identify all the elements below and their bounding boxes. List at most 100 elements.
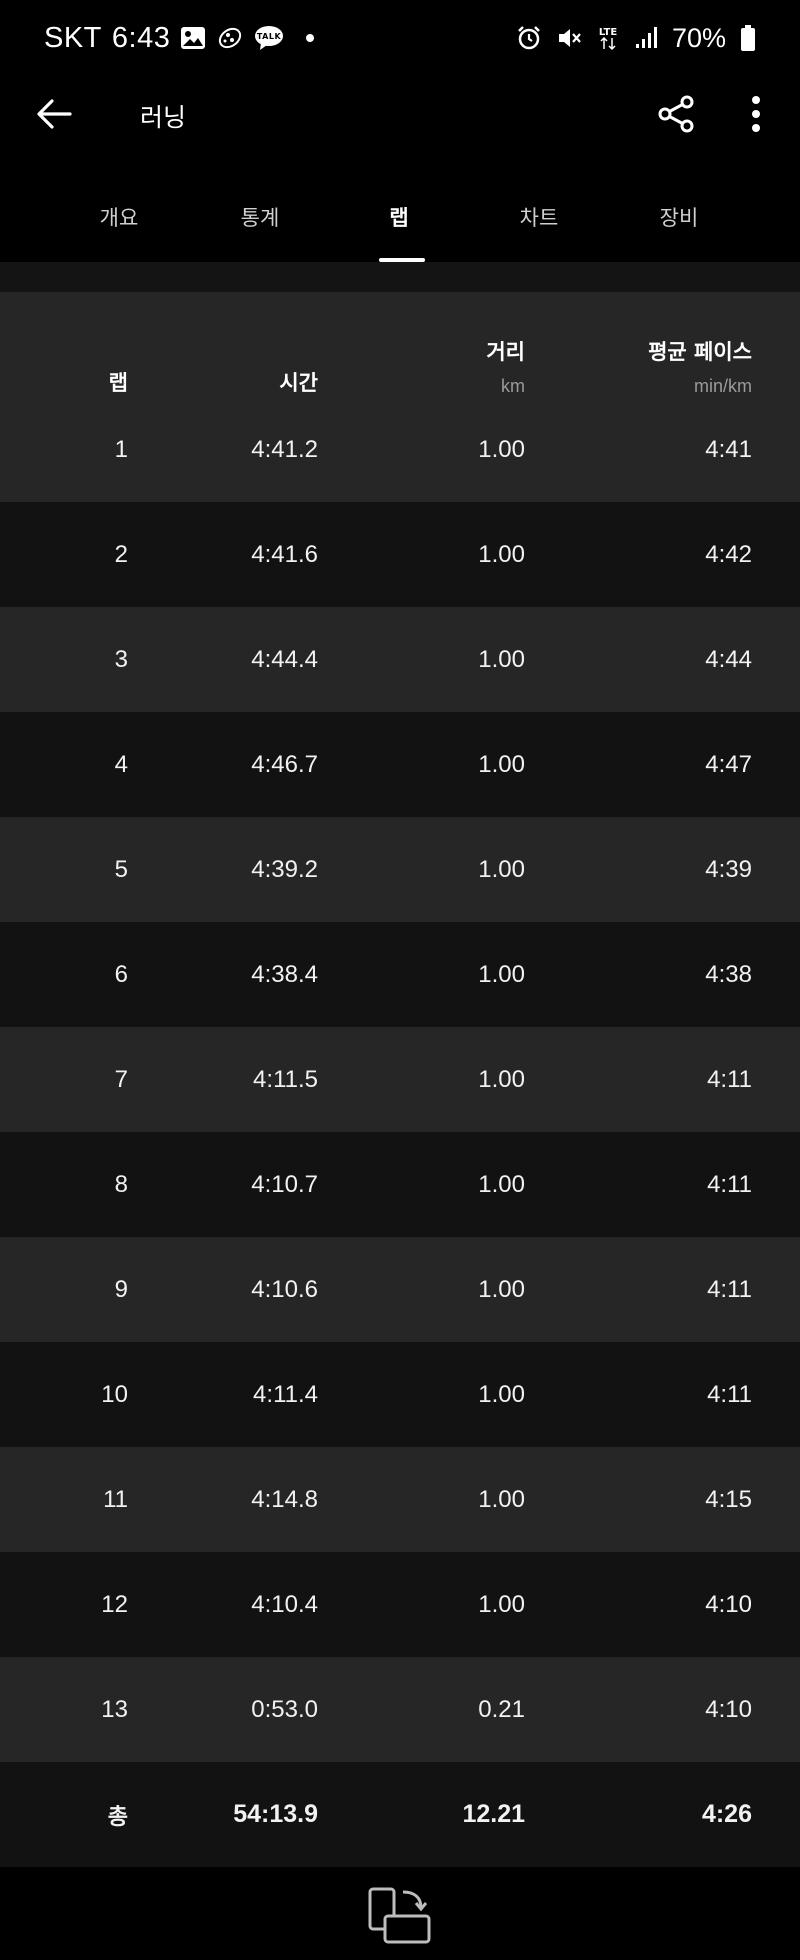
lap-distance: 1.00	[478, 960, 525, 988]
tab-bar: 개요 통계 랩 차트 장비	[0, 180, 800, 262]
tab-label: 차트	[519, 206, 559, 230]
header-label: 랩	[108, 371, 128, 395]
lap-distance: 1.00	[478, 1590, 525, 1618]
lap-distance: 1.00	[478, 1065, 525, 1093]
table-row: 13 0:53.0 0.21 4:10	[0, 1657, 800, 1762]
tab-charts[interactable]: 차트	[469, 180, 609, 262]
lap-distance: 1.00	[478, 750, 525, 778]
lap-time: 4:44.4	[251, 645, 318, 673]
lap-pace: 4:10	[705, 1695, 752, 1723]
lap-pace: 4:47	[705, 750, 752, 778]
header-lap: 랩	[0, 292, 128, 397]
lap-number: 3	[114, 645, 128, 673]
header-label: 평균 페이스	[648, 340, 752, 364]
tab-overview[interactable]: 개요	[49, 180, 189, 262]
lap-time: 4:10.6	[251, 1275, 318, 1303]
header-label: 거리	[486, 340, 525, 364]
lap-distance: 1.00	[478, 1275, 525, 1303]
lap-pace: 4:44	[705, 645, 752, 673]
status-right: LTE 70%	[516, 23, 756, 54]
header-label: 시간	[279, 371, 318, 395]
lap-number: 8	[114, 1170, 128, 1198]
alarm-icon	[516, 25, 542, 51]
lap-number: 6	[114, 960, 128, 988]
lap-distance: 0.21	[478, 1695, 525, 1723]
header-unit: km	[501, 376, 525, 396]
lap-time: 4:10.4	[251, 1590, 318, 1618]
lap-pace: 4:11	[707, 1170, 752, 1198]
tab-stats[interactable]: 통계	[190, 180, 330, 262]
header-unit: min/km	[694, 376, 752, 396]
lap-number: 5	[114, 855, 128, 883]
lap-time: 4:41.6	[251, 540, 318, 568]
table-row: 8 4:10.7 1.00 4:11	[0, 1132, 800, 1237]
status-left: SKT 6:43 TALK	[44, 21, 315, 55]
tab-laps[interactable]: 랩	[329, 180, 469, 262]
table-row: 4 4:46.7 1.00 4:47	[0, 712, 800, 817]
lap-time: 4:10.7	[251, 1170, 318, 1198]
lap-distance: 1.00	[478, 1380, 525, 1408]
battery-percent: 70%	[671, 22, 726, 53]
table-row: 3 4:44.4 1.00 4:44	[0, 607, 800, 712]
carrier: SKT	[44, 21, 102, 54]
lap-distance: 1.00	[478, 435, 525, 463]
tab-equipment[interactable]: 장비	[609, 180, 749, 262]
table-row: 2 4:41.6 1.00 4:42	[0, 502, 800, 607]
notification-dot	[306, 34, 315, 42]
divider	[0, 262, 800, 292]
lap-time: 4:46.7	[251, 750, 318, 778]
svg-text:LTE: LTE	[599, 27, 618, 38]
app-bar: 러닝	[0, 76, 800, 152]
battery-icon	[740, 24, 756, 52]
table-row: 9 4:10.6 1.00 4:11	[0, 1237, 800, 1342]
tab-label: 장비	[659, 206, 699, 230]
lap-pace: 4:42	[705, 540, 752, 568]
lap-time: 4:41.2	[251, 435, 318, 463]
table-row: 7 4:11.5 1.00 4:11	[0, 1027, 800, 1132]
total-distance: 12.21	[462, 1800, 525, 1828]
lap-distance: 1.00	[478, 855, 525, 883]
total-pace: 4:26	[701, 1800, 752, 1828]
share-icon	[658, 95, 694, 133]
lap-number: 4	[114, 750, 128, 778]
lap-distance: 1.00	[478, 1485, 525, 1513]
tab-label: 개요	[99, 206, 139, 230]
table-row: 6 4:38.4 1.00 4:38	[0, 922, 800, 1027]
lap-pace: 4:11	[707, 1275, 752, 1303]
lap-time: 4:38.4	[251, 960, 318, 988]
table-row-total: 총 54:13.9 12.21 4:26	[0, 1762, 800, 1867]
header-pace: 평균 페이스 min/km	[560, 292, 752, 397]
header-distance: 거리 km	[380, 292, 525, 397]
lap-distance: 1.00	[478, 540, 525, 568]
arrow-left-icon	[37, 99, 72, 129]
lap-pace: 4:41	[705, 435, 752, 463]
app-icon	[216, 24, 244, 52]
lap-number: 9	[114, 1275, 128, 1303]
table-row: 5 4:39.2 1.00 4:39	[0, 817, 800, 922]
lap-number: 7	[114, 1065, 128, 1093]
signal-icon	[634, 26, 658, 50]
lap-pace: 4:38	[705, 960, 752, 988]
lap-number: 13	[101, 1695, 128, 1723]
rotate-screen-icon	[368, 1887, 431, 1944]
table-row: 12 4:10.4 1.00 4:10	[0, 1552, 800, 1657]
lap-number: 10	[101, 1380, 128, 1408]
talk-icon: TALK	[254, 25, 284, 51]
lap-number: 1	[114, 435, 128, 463]
bottom-bar	[0, 1870, 800, 1960]
lap-pace: 4:11	[707, 1065, 752, 1093]
laps-table: 랩 시간 거리 km 평균 페이스 min/km 1 4:41.2 1.00 4…	[0, 292, 800, 1867]
lap-pace: 4:11	[707, 1380, 752, 1408]
back-button[interactable]	[30, 90, 78, 138]
rotate-screen-button[interactable]	[364, 1884, 436, 1948]
lap-time: 4:39.2	[251, 855, 318, 883]
more-vertical-icon	[752, 96, 760, 132]
share-button[interactable]	[652, 90, 700, 138]
lap-time: 4:11.4	[253, 1380, 318, 1408]
header-time: 시간	[150, 292, 318, 397]
tab-label: 랩	[389, 206, 409, 230]
lap-pace: 4:10	[705, 1590, 752, 1618]
tab-label: 통계	[240, 206, 280, 230]
status-bar: SKT 6:43 TALK LTE 70%	[0, 0, 800, 76]
more-options-button[interactable]	[736, 90, 776, 138]
